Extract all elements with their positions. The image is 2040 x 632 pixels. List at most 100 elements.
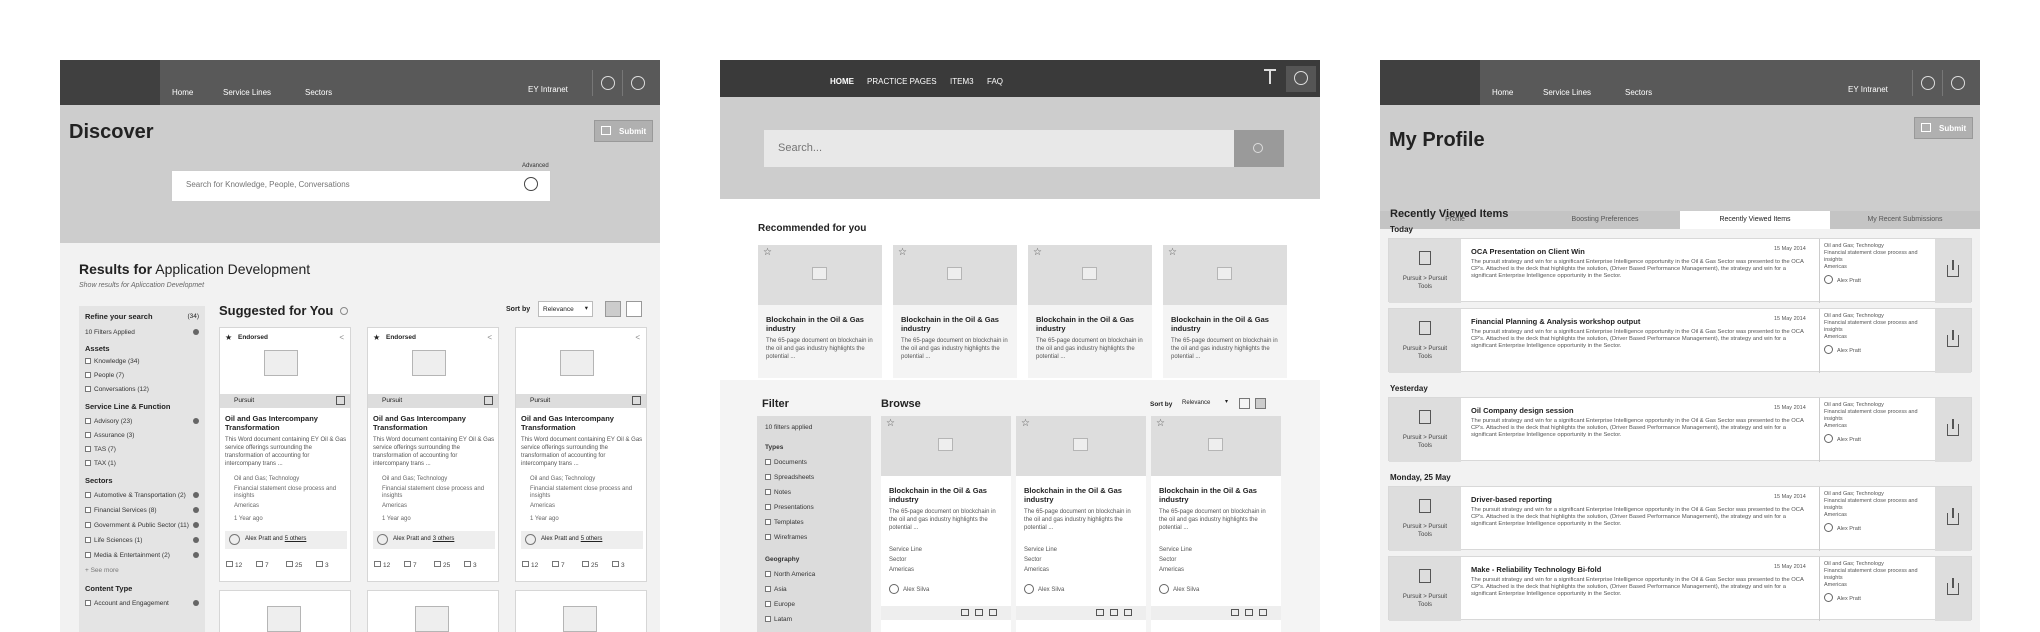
checkbox-icon[interactable] xyxy=(765,586,771,592)
nav-sectors[interactable]: Sectors xyxy=(1625,88,1652,97)
view-count[interactable]: 25 xyxy=(286,561,302,569)
meta-person[interactable]: Alex Pratt xyxy=(1824,593,1933,603)
browse-card[interactable]: ☆ Blockchain in the Oil & Gas industry The… xyxy=(1151,416,1281,632)
recent-item[interactable]: Pursuit > Pursuit Tools OCA Presentation … xyxy=(1388,238,1972,303)
card-title[interactable]: Blockchain in the Oil & Gas industry xyxy=(766,315,876,333)
recent-item[interactable]: Pursuit > Pursuit Tools Financial Plannin… xyxy=(1388,308,1972,373)
checkbox-checked-icon[interactable] xyxy=(85,372,91,378)
checkbox-checked-icon[interactable] xyxy=(85,358,91,364)
item-title[interactable]: Financial Planning & Analysis workshop o… xyxy=(1471,317,1640,326)
browse-card[interactable]: ☆ Blockchain in the Oil & Gas industry The… xyxy=(1016,416,1146,632)
nav-home[interactable]: Home xyxy=(172,88,193,97)
comment-count[interactable]: 7 xyxy=(552,561,565,569)
recommended-card[interactable]: ☆ Blockchain in the Oil & Gas industry The… xyxy=(1028,245,1152,378)
expand-icon[interactable] xyxy=(193,537,199,543)
card-people[interactable]: Alex Pratt and 5 others xyxy=(521,531,643,549)
recommended-card[interactable]: ☆ Blockchain in the Oil & Gas industry The… xyxy=(1163,245,1287,378)
search-icon[interactable] xyxy=(524,177,538,191)
checkbox-icon[interactable] xyxy=(85,507,91,513)
search-button[interactable] xyxy=(1234,130,1284,167)
see-more-link[interactable]: + See more xyxy=(85,567,119,574)
card-title[interactable]: Blockchain in the Oil & Gas industry xyxy=(1171,315,1281,333)
checkbox-icon[interactable] xyxy=(85,600,91,606)
result-card[interactable] xyxy=(515,590,647,632)
checkbox-icon[interactable] xyxy=(765,571,771,577)
results-suggestion[interactable]: Show results for Apliccation Developmet xyxy=(79,282,204,289)
author[interactable]: Alex Silva xyxy=(903,586,929,594)
download-action[interactable] xyxy=(1935,309,1971,373)
attachment-count[interactable]: 3 xyxy=(612,561,625,569)
user-icon[interactable] xyxy=(592,70,622,96)
star-icon[interactable]: ☆ xyxy=(1168,247,1177,258)
checkbox-icon[interactable] xyxy=(85,492,91,498)
filter-type[interactable]: Wireframes xyxy=(765,534,807,541)
recent-item[interactable]: Pursuit > Pursuit Tools Driver-based repo… xyxy=(1388,486,1972,551)
nav-item3[interactable]: ITEM3 xyxy=(950,77,974,86)
result-card[interactable] xyxy=(367,590,499,632)
expand-icon[interactable] xyxy=(193,522,199,528)
result-card[interactable] xyxy=(219,590,351,632)
star-icon[interactable]: ☆ xyxy=(763,247,772,258)
filter-tas[interactable]: TAS (7) xyxy=(85,446,116,453)
checkbox-icon[interactable] xyxy=(765,474,771,480)
download-icon[interactable] xyxy=(1124,609,1132,616)
nav-home[interactable]: Home xyxy=(1492,88,1513,97)
result-card[interactable]: ★ Endorsed < Pursuit Oil and Gas Intercompan… xyxy=(219,327,351,582)
tab-boosting-preferences[interactable]: Boosting Preferences xyxy=(1530,211,1680,229)
sort-select[interactable]: Relevance ▾ xyxy=(1180,397,1230,411)
card-title[interactable]: Blockchain in the Oil & Gas industry xyxy=(1159,486,1275,504)
filter-people[interactable]: People (7) xyxy=(85,372,124,379)
mail-icon[interactable] xyxy=(961,609,969,616)
meta-person[interactable]: Alex Pratt xyxy=(1824,345,1933,355)
filter-sector[interactable]: Government & Public Sector (11) xyxy=(85,522,189,529)
card-title[interactable]: Oil and Gas Intercompany Transformation xyxy=(373,414,495,432)
checkbox-icon[interactable] xyxy=(85,460,91,466)
meta-person[interactable]: Alex Pratt xyxy=(1824,523,1933,533)
filter-geo[interactable]: Europe xyxy=(765,601,795,608)
share-icon[interactable] xyxy=(1245,609,1253,616)
search-input[interactable] xyxy=(778,142,1178,154)
card-title[interactable]: Blockchain in the Oil & Gas industry xyxy=(1036,315,1146,333)
help-icon[interactable] xyxy=(1942,70,1972,96)
filter-geo[interactable]: Latam xyxy=(765,616,792,623)
download-action[interactable] xyxy=(1935,398,1971,462)
checkbox-icon[interactable] xyxy=(85,537,91,543)
author[interactable]: Alex Silva xyxy=(1038,586,1064,594)
download-action[interactable] xyxy=(1935,239,1971,303)
result-card[interactable]: ★ Endorsed < Pursuit Oil and Gas Intercompan… xyxy=(367,327,499,582)
view-count[interactable]: 25 xyxy=(582,561,598,569)
list-view-icon[interactable] xyxy=(1255,398,1266,409)
like-count[interactable]: 12 xyxy=(522,561,538,569)
submit-button[interactable]: Submit xyxy=(594,120,654,142)
checkbox-icon[interactable] xyxy=(765,616,771,622)
view-count[interactable]: 25 xyxy=(434,561,450,569)
filter-sector[interactable]: Life Sciences (1) xyxy=(85,537,142,544)
like-count[interactable]: 12 xyxy=(374,561,390,569)
checkbox-icon[interactable] xyxy=(765,489,771,495)
result-card[interactable]: < Pursuit Oil and Gas Intercompany Transfo… xyxy=(515,327,647,582)
grid-view-icon[interactable] xyxy=(605,301,621,317)
help-icon[interactable] xyxy=(622,70,652,96)
card-title[interactable]: Oil and Gas Intercompany Transformation xyxy=(521,414,643,432)
others-link[interactable]: 5 others xyxy=(285,536,307,542)
checkbox-icon[interactable] xyxy=(765,534,771,540)
star-icon[interactable]: ★ xyxy=(373,333,380,342)
download-action[interactable] xyxy=(1935,487,1971,551)
filter-content-type[interactable]: Account and Engagement xyxy=(85,600,169,607)
share-icon[interactable] xyxy=(975,609,983,616)
grid-view-icon[interactable] xyxy=(1239,398,1250,409)
item-title[interactable]: Oil Company design session xyxy=(1471,406,1574,415)
share-icon[interactable] xyxy=(1110,609,1118,616)
filter-sector[interactable]: Media & Entertainment (2) xyxy=(85,552,170,559)
star-icon[interactable]: ★ xyxy=(225,333,232,342)
mail-icon[interactable] xyxy=(1231,609,1239,616)
search-box[interactable] xyxy=(764,130,1234,167)
share-icon[interactable]: < xyxy=(635,333,640,342)
checkbox-icon[interactable] xyxy=(765,459,771,465)
item-title[interactable]: Make - Reliability Technology Bi-fold xyxy=(1471,565,1601,574)
checkbox-icon[interactable] xyxy=(85,432,91,438)
checkbox-icon[interactable] xyxy=(85,446,91,452)
checkbox-icon[interactable] xyxy=(85,522,91,528)
download-icon[interactable] xyxy=(632,396,641,405)
search-input[interactable] xyxy=(186,180,506,189)
